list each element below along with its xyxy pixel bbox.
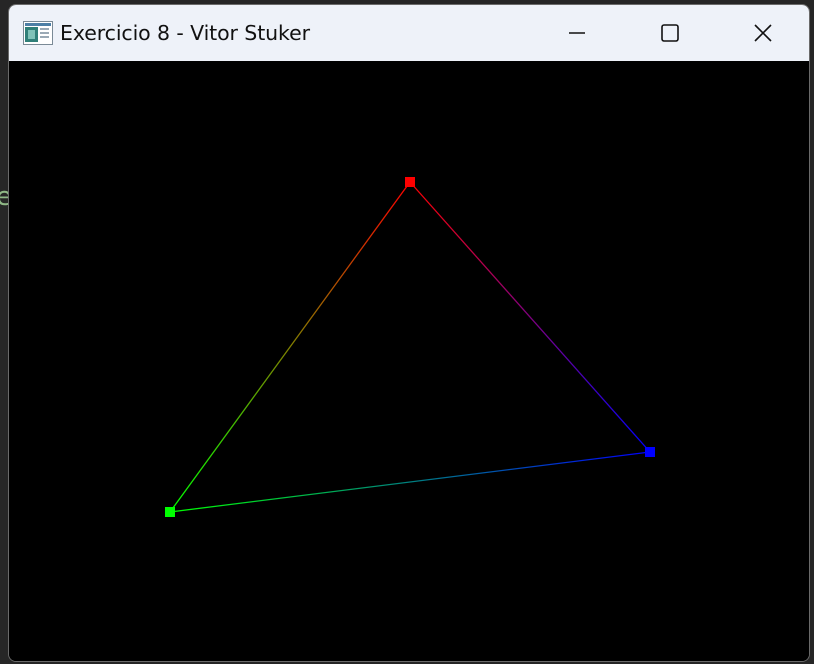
title-bar[interactable]: Exercicio 8 - Vitor Stuker: [9, 5, 809, 61]
app-window: Exercicio 8 - Vitor Stuker: [8, 4, 810, 662]
red-vertex[interactable]: [405, 177, 415, 187]
render-canvas[interactable]: [9, 61, 809, 661]
triangle-scene: [165, 177, 655, 517]
minimize-icon: [568, 32, 585, 34]
maximize-button[interactable]: [623, 5, 716, 61]
edge-green-red: [169, 181, 411, 513]
edge-red-blue: [409, 181, 651, 453]
green-vertex[interactable]: [165, 507, 175, 517]
window-title: Exercicio 8 - Vitor Stuker: [60, 21, 310, 45]
window-controls: [530, 5, 809, 61]
application-window-icon: [23, 21, 53, 45]
close-button[interactable]: [716, 5, 809, 61]
minimize-button[interactable]: [530, 5, 623, 61]
maximize-icon: [660, 24, 679, 42]
blue-vertex[interactable]: [645, 447, 655, 457]
close-icon: [753, 24, 772, 42]
edge-blue-green: [169, 451, 651, 513]
